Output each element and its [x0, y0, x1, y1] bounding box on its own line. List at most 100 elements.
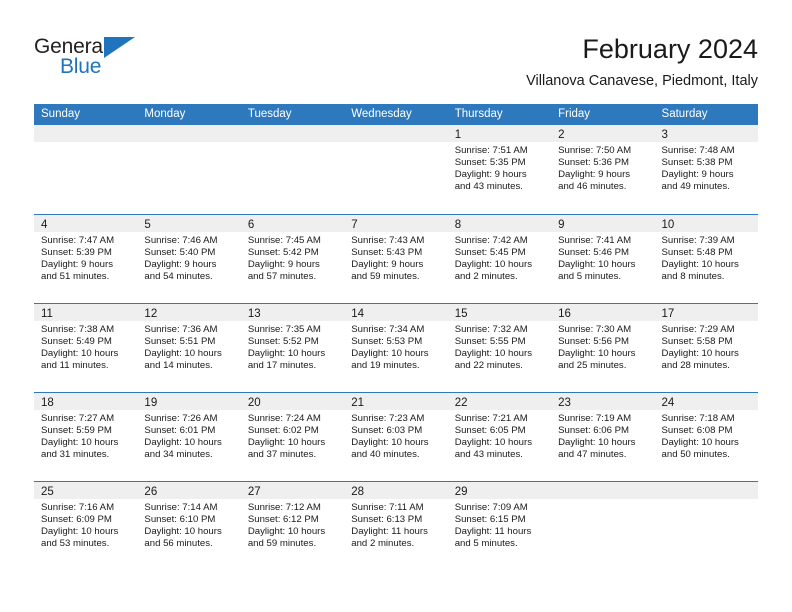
day-daylight-text: and 53 minutes.: [41, 538, 110, 550]
day-cell[interactable]: 25 Sunrise: 7:16 AM Sunset: 6:09 PM Dayligh…: [34, 482, 138, 570]
day-info: Sunrise: 7:24 AM Sunset: 6:02 PM Daylight:…: [241, 410, 344, 461]
day-cell[interactable]: 6 Sunrise: 7:45 AM Sunset: 5:42 PM Daylight…: [240, 215, 345, 303]
day-daylight-text: Daylight: 10 hours: [41, 348, 119, 360]
calendar-week-row: 11 Sunrise: 7:38 AM Sunset: 5:49 PM Dayligh…: [34, 303, 758, 392]
day-sunrise-text: Sunrise: 7:41 AM: [558, 235, 632, 246]
day-cell[interactable]: 11 Sunrise: 7:38 AM Sunset: 5:49 PM Dayligh…: [34, 304, 138, 392]
day-cell[interactable]: 4 Sunrise: 7:47 AM Sunset: 5:39 PM Daylight…: [34, 215, 138, 303]
day-cell[interactable]: 12 Sunrise: 7:36 AM Sunset: 5:51 PM Dayligh…: [137, 304, 241, 392]
day-daylight-text: and 37 minutes.: [247, 449, 317, 461]
day-cell[interactable]: 5 Sunrise: 7:46 AM Sunset: 5:40 PM Daylight…: [137, 215, 241, 303]
day-number: 8: [454, 219, 462, 231]
day-sunset-text: Sunset: 6:15 PM: [454, 514, 526, 526]
day-sunrise-text: Sunrise: 7:38 AM: [41, 324, 115, 335]
day-number-strip: [34, 125, 138, 142]
day-sunset-text: Sunset: 5:36 PM: [558, 157, 630, 169]
day-cell[interactable]: 24 Sunrise: 7:18 AM Sunset: 6:08 PM Dayligh…: [654, 393, 758, 481]
day-info: Sunrise: 7:32 AM Sunset: 5:55 PM Daylight:…: [448, 321, 551, 372]
day-cell[interactable]: 18 Sunrise: 7:27 AM Sunset: 5:59 PM Dayligh…: [34, 393, 138, 481]
day-number: 3: [661, 129, 668, 141]
day-cell[interactable]: 22 Sunrise: 7:21 AM Sunset: 6:05 PM Dayligh…: [447, 393, 552, 481]
day-info: Sunrise: 7:27 AM Sunset: 5:59 PM Daylight:…: [34, 410, 137, 461]
day-info: [241, 142, 344, 145]
day-number: 28: [351, 486, 365, 498]
day-cell[interactable]: 13 Sunrise: 7:35 AM Sunset: 5:52 PM Dayligh…: [240, 304, 345, 392]
day-info: Sunrise: 7:38 AM Sunset: 5:49 PM Daylight:…: [34, 321, 137, 372]
day-number: 12: [144, 308, 158, 320]
day-cell[interactable]: 27 Sunrise: 7:12 AM Sunset: 6:12 PM Dayligh…: [240, 482, 345, 570]
day-sunset-text: Sunset: 6:09 PM: [41, 514, 112, 526]
day-sunset-text: Sunset: 6:05 PM: [454, 425, 526, 437]
day-sunset-text: Sunset: 6:02 PM: [247, 425, 319, 437]
day-daylight-text: Daylight: 10 hours: [454, 348, 533, 360]
day-info: Sunrise: 7:47 AM Sunset: 5:39 PM Daylight:…: [34, 232, 137, 283]
day-cell[interactable]: 1 Sunrise: 7:51 AM Sunset: 5:35 PM Daylight…: [447, 125, 552, 214]
day-sunrise-text: Sunrise: 7:16 AM: [41, 502, 115, 513]
day-cell-empty: [34, 125, 138, 214]
day-number: 14: [351, 308, 365, 320]
day-number-strip: 20: [240, 393, 345, 410]
day-info: Sunrise: 7:12 AM Sunset: 6:12 PM Daylight:…: [241, 499, 344, 550]
day-cell[interactable]: 26 Sunrise: 7:14 AM Sunset: 6:10 PM Dayligh…: [137, 482, 241, 570]
day-number-strip: 10: [654, 215, 758, 232]
day-info: Sunrise: 7:29 AM Sunset: 5:58 PM Daylight:…: [655, 321, 758, 372]
day-daylight-text: and 14 minutes.: [144, 360, 213, 372]
day-sunrise-text: Sunrise: 7:50 AM: [558, 145, 632, 156]
day-cell[interactable]: 10 Sunrise: 7:39 AM Sunset: 5:48 PM Dayligh…: [654, 215, 758, 303]
day-daylight-text: and 46 minutes.: [558, 181, 627, 193]
day-number-strip: 26: [137, 482, 241, 499]
day-daylight-text: Daylight: 10 hours: [454, 259, 533, 271]
day-cell[interactable]: 9 Sunrise: 7:41 AM Sunset: 5:46 PM Daylight…: [551, 215, 655, 303]
day-info: Sunrise: 7:26 AM Sunset: 6:01 PM Daylight:…: [137, 410, 240, 461]
day-number-strip: 16: [551, 304, 655, 321]
day-daylight-text: Daylight: 10 hours: [144, 526, 222, 538]
day-number-strip: 29: [447, 482, 552, 499]
day-number: 11: [41, 308, 53, 320]
day-info: Sunrise: 7:19 AM Sunset: 6:06 PM Daylight:…: [551, 410, 654, 461]
day-cell[interactable]: 7 Sunrise: 7:43 AM Sunset: 5:43 PM Daylight…: [344, 215, 448, 303]
day-sunrise-text: Sunrise: 7:27 AM: [41, 413, 115, 424]
day-number: 24: [661, 397, 675, 409]
day-info: Sunrise: 7:35 AM Sunset: 5:52 PM Daylight:…: [241, 321, 344, 372]
day-daylight-text: and 5 minutes.: [558, 271, 622, 283]
day-number: 2: [558, 129, 565, 141]
day-daylight-text: Daylight: 10 hours: [144, 437, 222, 449]
day-info: Sunrise: 7:16 AM Sunset: 6:09 PM Daylight:…: [34, 499, 137, 550]
day-cell[interactable]: 28 Sunrise: 7:11 AM Sunset: 6:13 PM Dayligh…: [344, 482, 448, 570]
day-cell[interactable]: 29 Sunrise: 7:09 AM Sunset: 6:15 PM Dayligh…: [447, 482, 552, 570]
day-number-strip: [240, 125, 345, 142]
day-cell[interactable]: 17 Sunrise: 7:29 AM Sunset: 5:58 PM Dayligh…: [654, 304, 758, 392]
day-sunrise-text: Sunrise: 7:26 AM: [144, 413, 218, 424]
day-cell[interactable]: 23 Sunrise: 7:19 AM Sunset: 6:06 PM Dayligh…: [551, 393, 655, 481]
day-info: Sunrise: 7:14 AM Sunset: 6:10 PM Daylight:…: [137, 499, 240, 550]
day-number: 21: [351, 397, 365, 409]
day-sunset-text: Sunset: 5:53 PM: [351, 336, 423, 348]
day-number-strip: 12: [137, 304, 241, 321]
day-cell[interactable]: 20 Sunrise: 7:24 AM Sunset: 6:02 PM Dayligh…: [240, 393, 345, 481]
day-daylight-text: Daylight: 10 hours: [247, 437, 326, 449]
day-cell[interactable]: 16 Sunrise: 7:30 AM Sunset: 5:56 PM Dayligh…: [551, 304, 655, 392]
day-sunrise-text: Sunrise: 7:18 AM: [661, 413, 735, 424]
day-sunrise-text: Sunrise: 7:36 AM: [144, 324, 218, 335]
day-number: 4: [41, 219, 48, 231]
day-cell[interactable]: 21 Sunrise: 7:23 AM Sunset: 6:03 PM Dayligh…: [344, 393, 448, 481]
weekday-header-thursday: Thursday: [454, 108, 503, 120]
day-info: Sunrise: 7:46 AM Sunset: 5:40 PM Daylight:…: [137, 232, 240, 283]
day-sunset-text: Sunset: 5:55 PM: [454, 336, 526, 348]
day-cell[interactable]: 14 Sunrise: 7:34 AM Sunset: 5:53 PM Dayligh…: [344, 304, 448, 392]
day-sunset-text: Sunset: 5:51 PM: [144, 336, 216, 348]
day-cell[interactable]: 3 Sunrise: 7:48 AM Sunset: 5:38 PM Daylight…: [654, 125, 758, 214]
day-sunrise-text: Sunrise: 7:23 AM: [351, 413, 425, 424]
day-cell[interactable]: 15 Sunrise: 7:32 AM Sunset: 5:55 PM Dayligh…: [447, 304, 552, 392]
day-number-strip: 3: [654, 125, 758, 142]
day-number-strip: 24: [654, 393, 758, 410]
day-number-strip: 11: [34, 304, 138, 321]
day-cell[interactable]: 2 Sunrise: 7:50 AM Sunset: 5:36 PM Daylight…: [551, 125, 655, 214]
weekday-header-monday: Monday: [144, 108, 186, 120]
day-cell[interactable]: 8 Sunrise: 7:42 AM Sunset: 5:45 PM Daylight…: [447, 215, 552, 303]
day-number: 9: [558, 219, 565, 231]
day-info: Sunrise: 7:23 AM Sunset: 6:03 PM Daylight:…: [344, 410, 447, 461]
day-daylight-text: Daylight: 10 hours: [661, 437, 739, 449]
day-sunset-text: Sunset: 5:49 PM: [41, 336, 112, 348]
day-cell[interactable]: 19 Sunrise: 7:26 AM Sunset: 6:01 PM Dayligh…: [137, 393, 241, 481]
